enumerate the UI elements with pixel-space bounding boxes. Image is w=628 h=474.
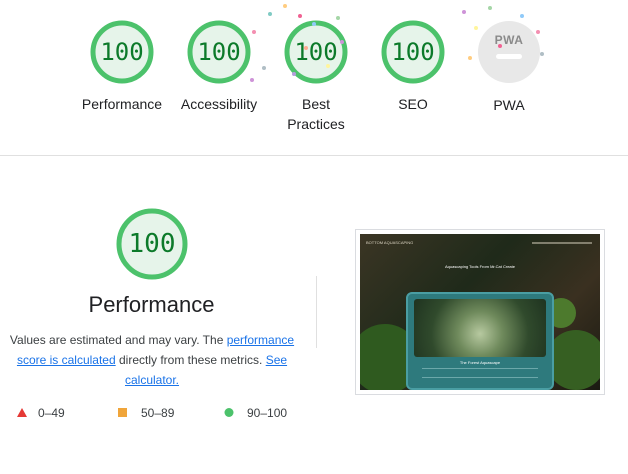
confetti-dot [304,46,308,50]
gauge-best-practices[interactable]: 100 Best Practices [266,20,366,134]
confetti-dot [283,4,287,8]
performance-main-gauge: 100 [116,208,188,280]
screenshot-card: The Forest Aquascape [406,292,554,390]
confetti-dot [340,40,344,44]
gauge-score: 100 [100,38,144,66]
confetti-dot [262,66,266,70]
gauge-score: 100 [391,38,435,66]
gauge-label: Best Practices [287,96,345,132]
main-score: 100 [128,229,176,259]
confetti-dot [474,26,478,30]
screenshot-nav: BOTTOM AQUASCAPING [366,240,414,245]
gauge-label: Accessibility [180,96,258,112]
column-divider [316,276,317,348]
score-gauge: 100 [381,20,445,84]
confetti-dot [536,30,540,34]
confetti-dot [252,30,256,34]
gauge-score: 100 [197,38,241,66]
gauge-label: PWA [493,97,525,113]
confetti-dot [268,12,272,16]
gauge-label: Performance [81,96,163,112]
confetti-dot [520,14,524,18]
circle-icon [224,408,234,417]
confetti-dot [250,78,254,82]
final-screenshot[interactable]: BOTTOM AQUASCAPING Aquascaping Tools Fro… [355,229,605,395]
score-gauge: 100 [187,20,251,84]
confetti-dot [298,14,302,18]
confetti-dot [498,44,502,48]
pwa-gauge: PWA [477,21,541,85]
section-divider [0,155,628,156]
gauge-performance[interactable]: 100 Performance [72,20,172,114]
confetti-dot [292,72,296,76]
triangle-icon [17,408,27,417]
score-gauge: 100 [90,20,154,84]
gauge-seo[interactable]: 100 SEO [363,20,463,114]
page-screenshot-image: BOTTOM AQUASCAPING Aquascaping Tools Fro… [360,234,600,390]
category-summary: 100 Performance 100 Accessibility 100 Be… [0,0,628,155]
gauge-accessibility[interactable]: 100 Accessibility [169,20,269,114]
confetti-dot [540,52,544,56]
performance-title: Performance [88,292,215,317]
square-icon [118,408,127,417]
gauge-label: SEO [398,96,428,112]
gauge-pwa[interactable]: PWA PWA [459,20,559,115]
pwa-badge-icon: PWA [478,21,540,83]
performance-description: Values are estimated and may vary. The p… [9,333,295,387]
confetti-dot [312,22,316,26]
confetti-dot [468,56,472,60]
screenshot-title: Aquascaping Tools From Mr.Cat Create [445,264,515,269]
confetti-dot [326,64,330,68]
confetti-dot [462,10,466,14]
confetti-dot [336,16,340,20]
confetti-dot [488,6,492,10]
